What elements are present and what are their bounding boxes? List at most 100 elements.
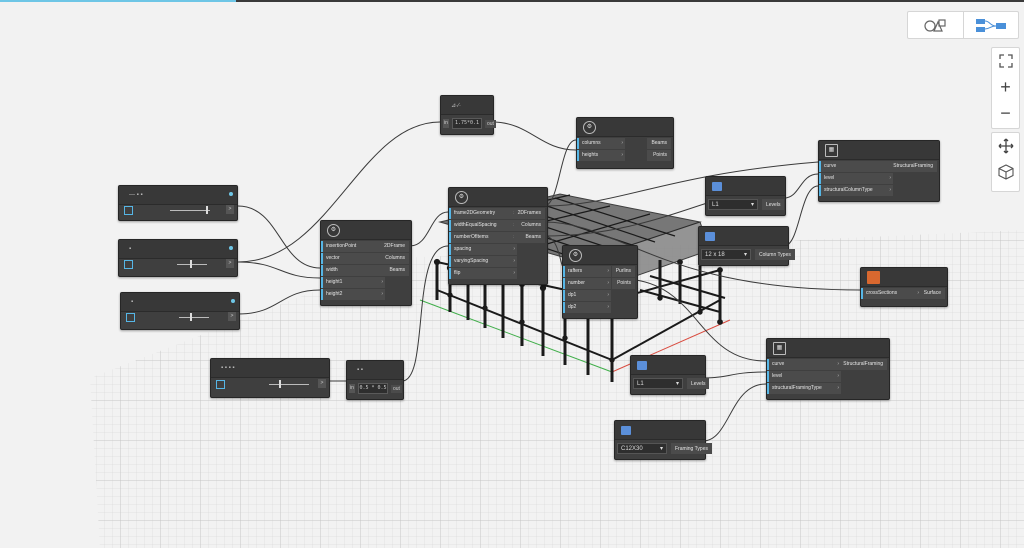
orbit-button[interactable] bbox=[992, 159, 1019, 185]
chevron-right-icon[interactable]: › bbox=[837, 385, 841, 391]
chevron-right-icon[interactable]: › bbox=[889, 175, 893, 181]
code-block-node-top[interactable]: ⊿·∕· in 1.75*0.1 out bbox=[440, 95, 496, 135]
framing-types-node[interactable]: C12X30 ▾ Framing Types bbox=[614, 420, 712, 460]
input-port[interactable]: heights › bbox=[577, 150, 625, 161]
output-port[interactable]: 2DFrame bbox=[380, 241, 409, 252]
input-port[interactable]: dp1 › bbox=[563, 290, 611, 301]
columns-grid-node[interactable]: ⚙ columns › heights › Beams Points bbox=[576, 117, 674, 169]
number-slider-node-1[interactable]: — ▪ ▪ > bbox=[118, 185, 238, 221]
number-slider-node-2[interactable]: ▪ > bbox=[118, 239, 238, 277]
column-types-node[interactable]: 12 x 18 ▾ Column Types bbox=[698, 226, 795, 266]
input-port[interactable]: widthEqualSpacing› bbox=[449, 220, 517, 231]
zoom-out-button[interactable]: − bbox=[992, 100, 1019, 126]
expand-checkbox[interactable] bbox=[126, 313, 135, 322]
chevron-right-icon[interactable]: › bbox=[837, 373, 841, 379]
zoom-fit-button[interactable] bbox=[992, 48, 1019, 74]
input-port[interactable]: columns › bbox=[577, 138, 625, 149]
chevron-right-icon[interactable]: › bbox=[513, 246, 517, 252]
input-port[interactable]: flip › bbox=[449, 268, 517, 279]
purlins-node[interactable]: ⚙ rafters › number › dp1 › dp2 › Purlins Points bbox=[562, 245, 638, 319]
output-port[interactable]: Framing Types bbox=[671, 443, 712, 454]
slider-track[interactable] bbox=[269, 384, 309, 385]
slider-thumb[interactable] bbox=[279, 380, 281, 388]
chevron-right-icon[interactable]: › bbox=[607, 280, 611, 286]
chevron-right-icon[interactable]: › bbox=[889, 187, 893, 193]
input-port[interactable]: numberOfItems› bbox=[449, 232, 517, 243]
slider-track[interactable] bbox=[170, 210, 210, 211]
input-port[interactable]: rafters › bbox=[563, 266, 611, 277]
output-port[interactable]: 2DFrames bbox=[513, 208, 545, 219]
input-port[interactable]: spacing › bbox=[449, 244, 517, 255]
output-port[interactable]: Column Types bbox=[755, 249, 795, 260]
graph-view-button[interactable] bbox=[962, 12, 1019, 38]
framing-type-dropdown[interactable]: C12X30 ▾ bbox=[617, 443, 667, 454]
output-port[interactable]: Points bbox=[647, 150, 671, 161]
geometry-view-button[interactable] bbox=[908, 12, 963, 38]
chevron-right-icon[interactable]: › bbox=[381, 291, 385, 297]
input-port[interactable]: crossSections › bbox=[861, 288, 921, 299]
input-port[interactable]: in bbox=[443, 119, 449, 128]
slider-track[interactable] bbox=[177, 264, 207, 265]
output-port[interactable]: Columns bbox=[513, 220, 545, 231]
output-port[interactable]: Levels bbox=[687, 378, 710, 389]
structural-framing-node-top[interactable]: ▦ curve› level › structuralColumnType › Stru… bbox=[818, 140, 940, 202]
code-text[interactable]: 1.75*0.1 bbox=[452, 118, 482, 129]
output-port[interactable]: Surface bbox=[919, 288, 945, 299]
output-port[interactable]: StructuralFraming bbox=[889, 161, 937, 172]
output-port[interactable]: Purlins bbox=[611, 266, 635, 277]
input-port[interactable]: insertionPoint› bbox=[321, 241, 385, 252]
chevron-right-icon[interactable]: › bbox=[607, 304, 611, 310]
code-text[interactable]: 0.5 * 0.5 bbox=[358, 383, 388, 394]
output-port[interactable]: Columns bbox=[380, 253, 409, 264]
slider-thumb[interactable] bbox=[206, 206, 208, 214]
input-port[interactable]: structuralColumnType › bbox=[819, 185, 893, 196]
output-port[interactable]: Beams bbox=[513, 232, 545, 243]
pan-button[interactable] bbox=[992, 133, 1019, 159]
structural-framing-node-bottom[interactable]: ▦ curve › level › structuralFramingType › Str… bbox=[766, 338, 890, 400]
input-port[interactable]: vector› bbox=[321, 253, 385, 264]
input-port[interactable]: width› bbox=[321, 265, 385, 276]
output-port[interactable]: Points bbox=[611, 278, 635, 289]
output-port[interactable]: out bbox=[485, 119, 496, 128]
number-slider-node-4[interactable]: ▪ ▪ ▪ ▪ > bbox=[210, 358, 330, 398]
input-port[interactable]: in bbox=[349, 384, 355, 393]
output-port[interactable]: out bbox=[391, 384, 402, 393]
input-port[interactable]: structuralFramingType › bbox=[767, 383, 841, 394]
expand-checkbox[interactable] bbox=[124, 260, 133, 269]
slider-thumb[interactable] bbox=[190, 260, 192, 268]
frame-2d-node[interactable]: ⚙ insertionPoint›vector›width›height1›he… bbox=[320, 220, 412, 306]
chevron-right-icon[interactable]: › bbox=[513, 270, 517, 276]
output-port[interactable]: > bbox=[318, 379, 326, 388]
chevron-right-icon[interactable]: › bbox=[607, 292, 611, 298]
output-port[interactable]: StructuralFraming bbox=[839, 359, 887, 370]
input-port[interactable]: curve› bbox=[767, 359, 841, 370]
number-slider-node-3[interactable]: ▪ > bbox=[120, 292, 240, 330]
levels-node-top[interactable]: L1 ▾ Levels bbox=[705, 176, 786, 216]
expand-checkbox[interactable] bbox=[124, 206, 133, 215]
input-port[interactable]: varyingSpacing › bbox=[449, 256, 517, 267]
output-port[interactable]: Beams bbox=[380, 265, 409, 276]
output-port[interactable]: > bbox=[226, 259, 234, 268]
chevron-right-icon[interactable]: › bbox=[621, 140, 625, 146]
chevron-right-icon[interactable]: › bbox=[621, 152, 625, 158]
slider-track[interactable] bbox=[179, 317, 209, 318]
chevron-right-icon[interactable]: › bbox=[381, 279, 385, 285]
chevron-right-icon[interactable]: › bbox=[607, 268, 611, 274]
surface-by-loft-node[interactable]: crossSections › Surface bbox=[860, 267, 948, 307]
output-port[interactable]: Beams bbox=[647, 138, 671, 149]
input-port[interactable]: dp2 › bbox=[563, 302, 611, 313]
output-port[interactable]: > bbox=[228, 312, 236, 321]
chevron-right-icon[interactable]: › bbox=[513, 258, 517, 264]
levels-dropdown[interactable]: L1 ▾ bbox=[708, 199, 758, 210]
input-port[interactable]: level › bbox=[767, 371, 841, 382]
input-port[interactable]: height2 › bbox=[321, 289, 385, 300]
input-port[interactable]: level › bbox=[819, 173, 893, 184]
code-block-node-mid[interactable]: ▪ ▪ in 0.5 * 0.5 out bbox=[346, 360, 404, 400]
input-port[interactable]: height1 › bbox=[321, 277, 385, 288]
zoom-in-button[interactable]: + bbox=[992, 74, 1019, 100]
levels-dropdown[interactable]: L1 ▾ bbox=[633, 378, 683, 389]
column-type-dropdown[interactable]: 12 x 18 ▾ bbox=[701, 249, 751, 260]
levels-node-bottom[interactable]: L1 ▾ Levels bbox=[630, 355, 710, 395]
input-port[interactable]: curve› bbox=[819, 161, 893, 172]
expand-checkbox[interactable] bbox=[216, 380, 225, 389]
